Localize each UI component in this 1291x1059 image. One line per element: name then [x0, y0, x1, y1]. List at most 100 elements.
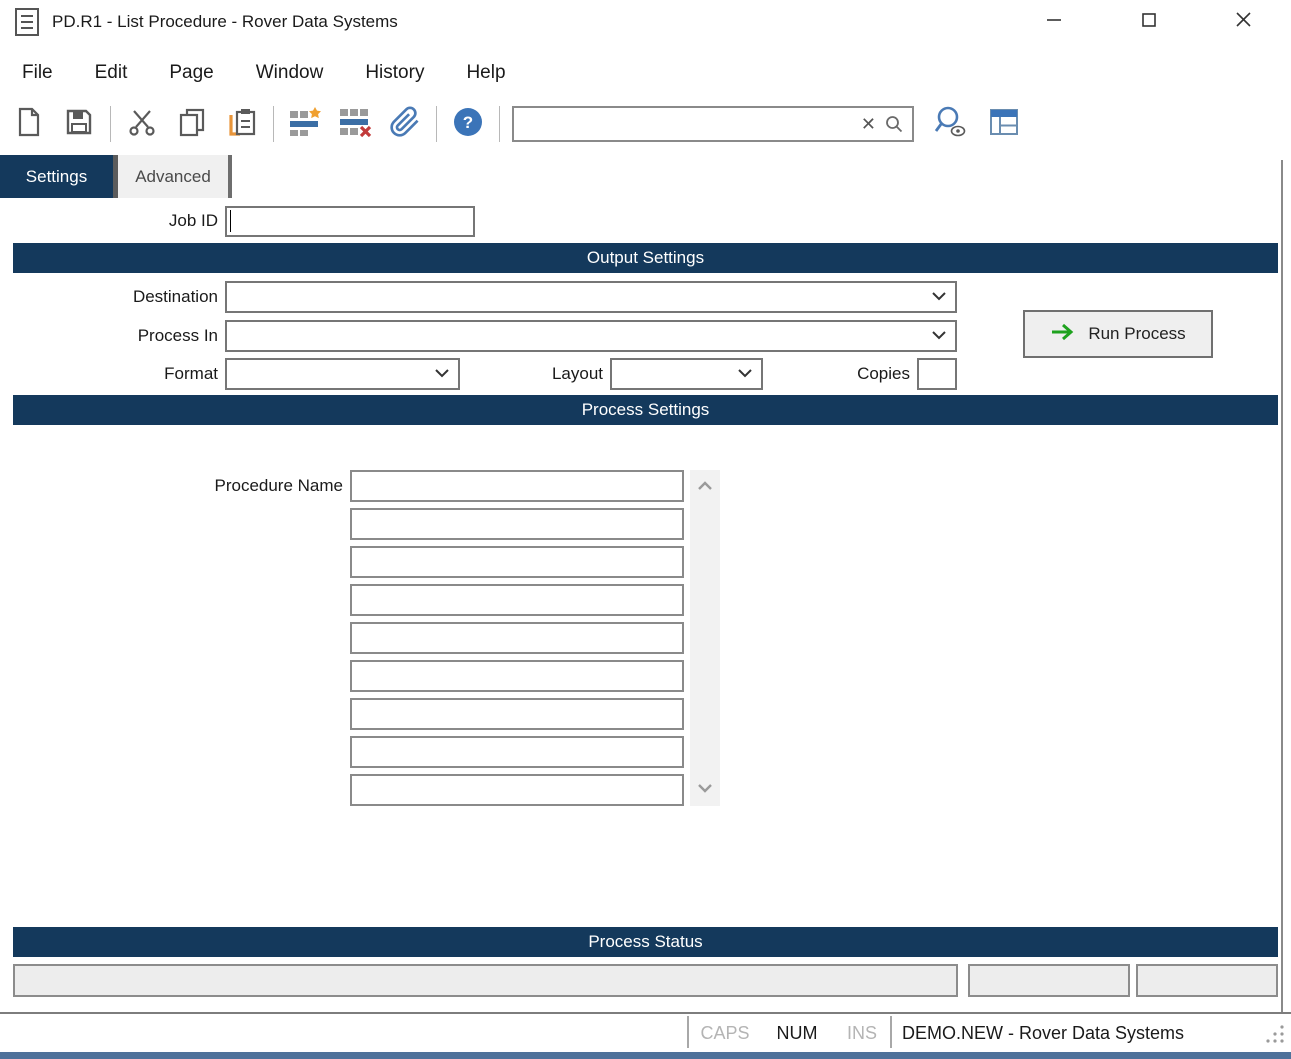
copies-input[interactable] [917, 358, 957, 390]
maximize-icon [1141, 12, 1157, 33]
cut-button[interactable] [117, 101, 167, 147]
destination-select[interactable] [225, 281, 957, 313]
save-icon [65, 108, 93, 141]
procedure-name-input-3[interactable] [350, 546, 684, 578]
num-indicator: NUM [776, 1023, 818, 1043]
tab-strip: Settings Advanced [0, 155, 232, 198]
procedure-name-input-6[interactable] [350, 660, 684, 692]
maximize-button[interactable] [1101, 0, 1196, 44]
procedure-name-input-8[interactable] [350, 736, 684, 768]
chevron-down-icon [931, 327, 947, 345]
menu-help[interactable]: Help [466, 62, 505, 84]
paperclip-icon [389, 106, 421, 143]
run-arrow-icon [1050, 323, 1076, 346]
procedure-name-input-4[interactable] [350, 584, 684, 616]
layout-label: Layout [551, 364, 603, 383]
close-icon [1235, 11, 1252, 33]
window-right-border [1281, 160, 1283, 1012]
toolbar-separator [110, 106, 111, 142]
menu-bar: File Edit Page Window History Help [0, 50, 506, 96]
copies-label: Copies [857, 364, 910, 383]
minimize-button[interactable] [1006, 0, 1101, 44]
menu-window[interactable]: Window [256, 62, 324, 84]
attachment-button[interactable] [380, 101, 430, 147]
toolbar-separator [499, 106, 500, 142]
process-settings-title: Process Settings [581, 400, 710, 419]
statusbar-separator [890, 1016, 892, 1048]
destination-label: Destination [132, 287, 218, 306]
tab-separator [228, 155, 232, 198]
tab-advanced[interactable]: Advanced [118, 155, 228, 198]
text-caret [230, 210, 231, 232]
close-button[interactable] [1196, 0, 1291, 44]
menu-file[interactable]: File [22, 62, 53, 84]
chevron-down-icon [737, 365, 753, 383]
menu-edit[interactable]: Edit [95, 62, 128, 84]
layout-panels-button[interactable] [984, 108, 1024, 141]
format-select[interactable] [225, 358, 460, 390]
process-status-header: Process Status [13, 927, 1278, 957]
help-button[interactable]: ? [443, 101, 493, 147]
chevron-down-icon [434, 365, 450, 383]
window-title: PD.R1 - List Procedure - Rover Data Syst… [52, 12, 398, 31]
new-document-button[interactable] [4, 101, 54, 147]
process-in-label: Process In [137, 326, 218, 345]
tab-settings[interactable]: Settings [0, 155, 113, 198]
scroll-down-icon[interactable] [697, 780, 713, 798]
toolbar-separator [436, 106, 437, 142]
insert-row-icon [288, 106, 322, 142]
cut-icon [127, 108, 157, 141]
run-process-label: Run Process [1088, 324, 1186, 343]
new-document-icon [16, 107, 42, 142]
procedure-name-input-2[interactable] [350, 508, 684, 540]
procedure-name-input-1[interactable] [350, 470, 684, 502]
procedure-name-input-5[interactable] [350, 622, 684, 654]
ins-indicator: INS [846, 1023, 877, 1043]
procedure-name-input-9[interactable] [350, 774, 684, 806]
minimize-icon [1046, 12, 1062, 33]
session-label: DEMO.NEW - Rover Data Systems [902, 1023, 1185, 1043]
svg-text:?: ? [463, 113, 473, 132]
search-input[interactable] [514, 110, 853, 138]
paste-icon [226, 106, 258, 143]
title-bar: PD.R1 - List Procedure - Rover Data Syst… [0, 0, 1291, 44]
paste-button[interactable] [217, 101, 267, 147]
output-settings-header: Output Settings [13, 243, 1278, 273]
layout-select[interactable] [610, 358, 763, 390]
procedure-name-input-7[interactable] [350, 698, 684, 730]
menu-history[interactable]: History [365, 62, 424, 84]
status-bar: CAPS NUM INS DEMO.NEW - Rover Data Syste… [0, 1014, 1291, 1052]
process-in-select[interactable] [225, 320, 957, 352]
copy-icon [178, 107, 206, 142]
output-settings-title: Output Settings [586, 248, 705, 267]
save-button[interactable] [54, 101, 104, 147]
menu-page[interactable]: Page [169, 62, 213, 84]
help-icon: ? [453, 107, 483, 142]
job-id-label: Job ID [168, 211, 218, 230]
process-status-title: Process Status [588, 932, 703, 951]
app-document-icon [14, 7, 40, 42]
magnifier-eye-icon [932, 105, 968, 144]
insert-row-button[interactable] [280, 101, 330, 147]
search-icon[interactable] [884, 114, 912, 134]
procedure-name-label: Procedure Name [214, 476, 343, 495]
scroll-up-icon[interactable] [697, 478, 713, 496]
clear-search-icon[interactable]: ✕ [853, 109, 884, 139]
format-label: Format [164, 364, 218, 383]
resize-grip[interactable] [1263, 1022, 1287, 1051]
run-process-button[interactable]: Run Process [1023, 310, 1213, 358]
process-status-field-2 [968, 964, 1130, 997]
process-status-message [13, 964, 958, 997]
record-search-button[interactable] [928, 105, 972, 144]
delete-row-icon [338, 107, 372, 142]
toolbar: ? ✕ [0, 98, 1291, 150]
window-bottom-edge [0, 1052, 1291, 1059]
delete-row-button[interactable] [330, 101, 380, 147]
job-id-input[interactable] [225, 206, 475, 237]
procedure-list-scrollbar[interactable] [690, 470, 720, 806]
chevron-down-icon [931, 288, 947, 306]
tab-settings-label: Settings [25, 166, 88, 186]
procedure-name-list [350, 470, 684, 812]
statusbar-separator [687, 1016, 689, 1048]
copy-button[interactable] [167, 101, 217, 147]
